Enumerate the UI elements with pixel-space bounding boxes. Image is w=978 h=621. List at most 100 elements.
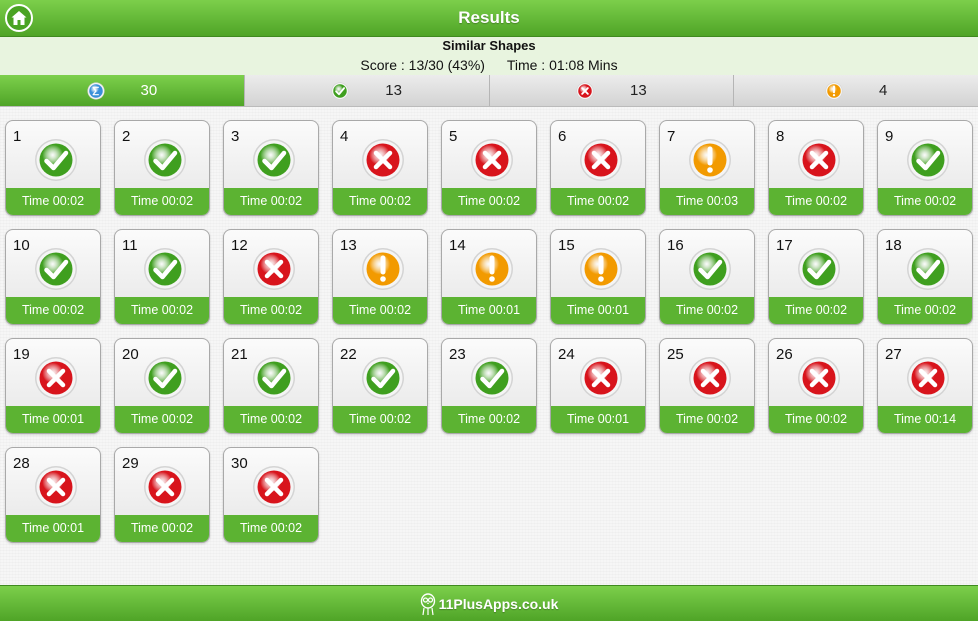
question-card[interactable]: 4 Time 00:02 (332, 120, 428, 216)
question-card[interactable]: 21 Time 00:02 (223, 338, 319, 434)
question-card[interactable]: 26 Time 00:02 (768, 338, 864, 434)
question-card[interactable]: 15 Time 00:01 (550, 229, 646, 325)
question-card[interactable]: 12 Time 00:02 (223, 229, 319, 325)
cross-icon (580, 357, 622, 399)
question-card[interactable]: 6 Time 00:02 (550, 120, 646, 216)
question-card[interactable]: 28 Time 00:01 (5, 447, 101, 543)
question-number: 20 (122, 346, 139, 363)
question-number: 10 (13, 237, 30, 254)
question-time: Time 00:02 (333, 297, 427, 324)
question-number: 22 (340, 346, 357, 363)
filter-tabs: 30 13 13 4 (0, 75, 978, 107)
tab-skipped[interactable]: 4 (734, 75, 978, 106)
question-number: 8 (776, 128, 785, 145)
question-time: Time 00:01 (551, 297, 645, 324)
footer-brand[interactable]: 11PlusApps.co.uk (0, 586, 978, 621)
question-time: Time 00:02 (224, 515, 318, 542)
sum-icon (86, 81, 105, 100)
question-card[interactable]: 2 Time 00:02 (114, 120, 210, 216)
check-icon (798, 248, 840, 290)
question-number: 15 (558, 237, 575, 254)
question-time: Time 00:02 (878, 188, 972, 215)
question-number: 12 (231, 237, 248, 254)
title-bar: Results (0, 0, 978, 37)
tab-correct[interactable]: 13 (244, 75, 490, 106)
question-card[interactable]: 25 Time 00:02 (659, 338, 755, 434)
question-time: Time 00:01 (442, 297, 536, 324)
question-time: Time 00:02 (115, 515, 209, 542)
question-number: 3 (231, 128, 240, 145)
question-time: Time 00:02 (769, 188, 863, 215)
question-time: Time 00:01 (6, 515, 100, 542)
question-card[interactable]: 20 Time 00:02 (114, 338, 210, 434)
question-card[interactable]: 29 Time 00:02 (114, 447, 210, 543)
question-time: Time 00:02 (224, 406, 318, 433)
question-time: Time 00:02 (551, 188, 645, 215)
exclamation-icon (689, 139, 731, 181)
question-number: 26 (776, 346, 793, 363)
tab-all[interactable]: 30 (0, 75, 245, 106)
question-number: 27 (885, 346, 902, 363)
footer-bar: 11PlusApps.co.uk (0, 585, 978, 621)
question-number: 6 (558, 128, 567, 145)
check-icon (35, 248, 77, 290)
time-text: Time : 01:08 Mins (506, 57, 618, 73)
results-summary: Similar Shapes Score : 13/30 (43%) Time … (0, 37, 978, 76)
question-card[interactable]: 19 Time 00:01 (5, 338, 101, 434)
question-card[interactable]: 7 Time 00:03 (659, 120, 755, 216)
cross-icon (362, 139, 404, 181)
check-icon (362, 357, 404, 399)
question-number: 7 (667, 128, 676, 145)
question-card[interactable]: 30 Time 00:02 (223, 447, 319, 543)
question-time: Time 00:02 (769, 297, 863, 324)
footer-brand-text: 11PlusApps.co.uk (438, 595, 559, 612)
check-icon (689, 248, 731, 290)
question-card[interactable]: 5 Time 00:02 (441, 120, 537, 216)
question-time: Time 00:02 (878, 297, 972, 324)
cross-icon (471, 139, 513, 181)
question-number: 30 (231, 455, 248, 472)
score-text: Score : 13/30 (43%) (360, 57, 485, 73)
question-number: 29 (122, 455, 139, 472)
exclamation-icon (362, 248, 404, 290)
question-number: 28 (13, 455, 30, 472)
question-number: 5 (449, 128, 458, 145)
question-card[interactable]: 23 Time 00:02 (441, 338, 537, 434)
question-card[interactable]: 10 Time 00:02 (5, 229, 101, 325)
question-time: Time 00:02 (115, 297, 209, 324)
question-time: Time 00:02 (224, 188, 318, 215)
question-time: Time 00:02 (333, 406, 427, 433)
question-time: Time 00:01 (551, 406, 645, 433)
tab-wrong[interactable]: 13 (489, 75, 735, 106)
question-card[interactable]: 27 Time 00:14 (877, 338, 973, 434)
question-time: Time 00:02 (115, 188, 209, 215)
owl-logo-icon (420, 592, 435, 615)
question-card[interactable]: 1 Time 00:02 (5, 120, 101, 216)
question-grid: 1 Time 00:02 2 Time 00:02 3 Time 00:02 4 Time 0… (5, 120, 973, 543)
question-card[interactable]: 9 Time 00:02 (877, 120, 973, 216)
question-card[interactable]: 13 Time 00:02 (332, 229, 428, 325)
cross-icon (689, 357, 731, 399)
cross-icon (35, 466, 77, 508)
question-card[interactable]: 17 Time 00:02 (768, 229, 864, 325)
question-time: Time 00:02 (6, 297, 100, 324)
question-number: 16 (667, 237, 684, 254)
question-time: Time 00:02 (660, 297, 754, 324)
check-icon (144, 248, 186, 290)
question-card[interactable]: 24 Time 00:01 (550, 338, 646, 434)
test-name: Similar Shapes (442, 38, 536, 53)
question-time: Time 00:02 (442, 406, 536, 433)
question-card[interactable]: 3 Time 00:02 (223, 120, 319, 216)
check-icon (144, 357, 186, 399)
question-card[interactable]: 8 Time 00:02 (768, 120, 864, 216)
tab-correct-count: 13 (385, 82, 402, 99)
question-time: Time 00:02 (224, 297, 318, 324)
question-number: 19 (13, 346, 30, 363)
question-card[interactable]: 18 Time 00:02 (877, 229, 973, 325)
check-icon (35, 139, 77, 181)
question-card[interactable]: 16 Time 00:02 (659, 229, 755, 325)
check-icon (907, 248, 949, 290)
question-card[interactable]: 14 Time 00:01 (441, 229, 537, 325)
question-card[interactable]: 11 Time 00:02 (114, 229, 210, 325)
question-card[interactable]: 22 Time 00:02 (332, 338, 428, 434)
